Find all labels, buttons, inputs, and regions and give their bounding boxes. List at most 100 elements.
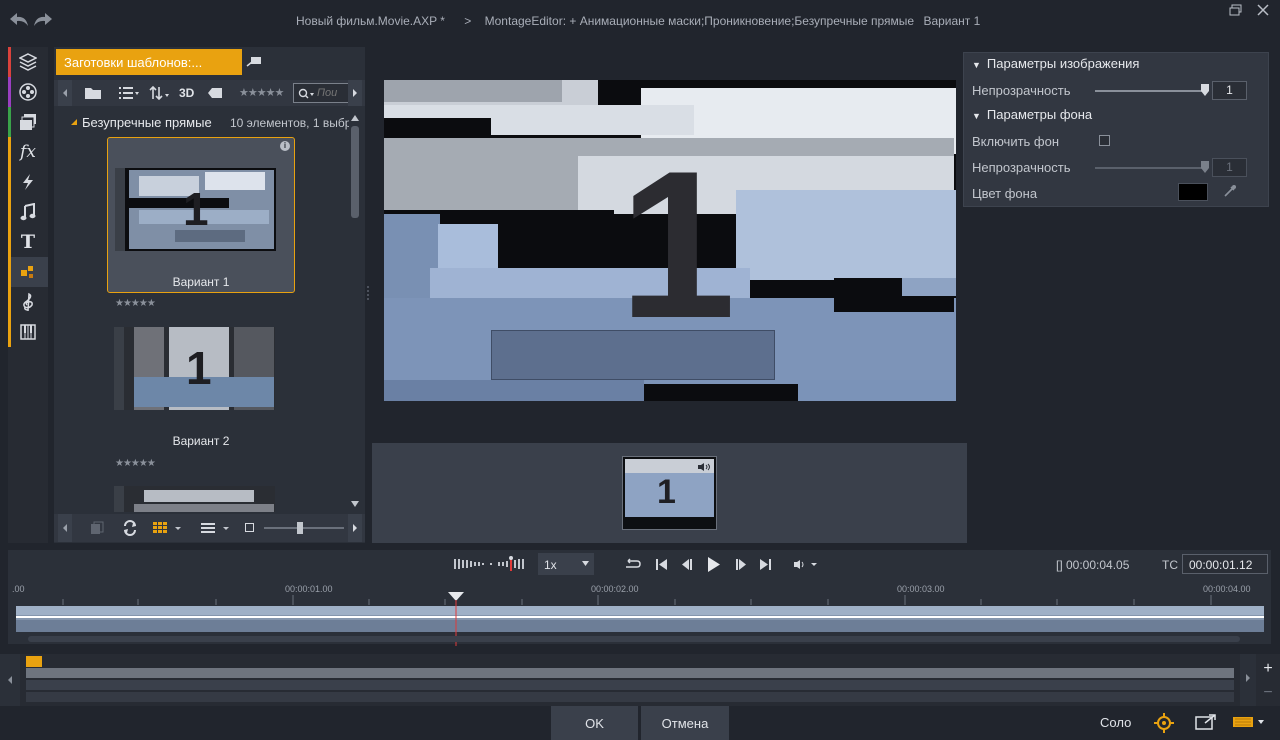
image-params-header[interactable]: ▼ Параметры изображения xyxy=(972,56,1139,71)
zoom-in-button[interactable]: + xyxy=(1258,660,1278,678)
thumbnail-small-icon[interactable] xyxy=(245,523,254,532)
slider-thumb[interactable] xyxy=(1201,84,1209,96)
bottom-scroll-left[interactable] xyxy=(58,514,72,542)
duration-display: [] 00:00:04.05 xyxy=(1056,558,1130,572)
text-icon: T xyxy=(20,231,36,253)
timeline-scrollbar[interactable] xyxy=(28,636,1240,642)
montage-icon xyxy=(21,266,33,278)
speaker-icon xyxy=(698,463,710,471)
go-to-end-icon[interactable] xyxy=(759,559,771,570)
media-stack-icon xyxy=(20,114,36,130)
chevron-down-icon xyxy=(582,561,589,566)
rail-item-layers[interactable] xyxy=(8,47,48,77)
refresh-icon[interactable] xyxy=(122,520,138,536)
cancel-button[interactable]: Отмена xyxy=(641,706,729,740)
play-icon[interactable] xyxy=(707,557,721,572)
opacity-slider[interactable] xyxy=(1095,84,1209,96)
view-3d-button[interactable]: 3D xyxy=(179,86,194,100)
target-icon[interactable] xyxy=(1153,712,1175,734)
template-thumbnail[interactable] xyxy=(114,486,275,512)
toolbar-scroll-left[interactable] xyxy=(58,80,72,106)
details-view-icon[interactable] xyxy=(200,522,230,534)
zoom-out-button[interactable]: − xyxy=(1258,684,1278,702)
slider-thumb[interactable] xyxy=(1201,161,1209,173)
redo-icon[interactable] xyxy=(32,10,54,30)
volume-icon[interactable] xyxy=(793,559,819,570)
copy-icon[interactable] xyxy=(90,521,104,535)
close-window-icon[interactable] xyxy=(1256,3,1270,17)
overview-scroll-right[interactable] xyxy=(1240,654,1256,706)
sort-icon[interactable] xyxy=(149,86,171,100)
rail-item-reel[interactable] xyxy=(8,77,48,107)
time-ruler[interactable]: .00 00:00:01.00 00:00:02.00 00:00:03.00 … xyxy=(8,583,1271,605)
rail-item-music[interactable] xyxy=(8,197,48,227)
template-item[interactable]: i 1 Вариант 1 xyxy=(107,137,295,293)
thumbnail-size-slider[interactable] xyxy=(264,522,344,534)
group-count: 10 элементов, 1 выбр xyxy=(230,116,349,130)
info-icon[interactable]: i xyxy=(280,141,290,151)
rail-item-transitions[interactable] xyxy=(8,167,48,197)
next-frame-icon[interactable] xyxy=(735,559,747,570)
overview-track[interactable] xyxy=(26,668,1234,678)
layout-menu-icon[interactable] xyxy=(1232,715,1268,729)
bottom-scroll-right[interactable] xyxy=(348,514,362,542)
previous-frame-icon[interactable] xyxy=(681,559,693,570)
ruler-label: .00 xyxy=(12,584,25,594)
category-rail: fx T xyxy=(8,47,48,543)
folder-icon[interactable] xyxy=(84,86,102,100)
template-rating[interactable]: ★★★★★ xyxy=(115,458,156,469)
timecode-input[interactable]: 00:00:01.12 xyxy=(1182,554,1268,574)
tag-icon[interactable] xyxy=(207,87,223,99)
external-preview-icon[interactable] xyxy=(1195,714,1217,730)
ok-button[interactable]: OK xyxy=(551,706,638,740)
toolbar-scroll-right[interactable] xyxy=(348,80,362,106)
template-thumbnail[interactable]: 1 xyxy=(114,327,275,410)
scrollbar-thumb[interactable] xyxy=(351,126,359,218)
eyedropper-icon[interactable] xyxy=(1223,184,1237,198)
rail-item-fx[interactable]: fx xyxy=(8,137,48,167)
restore-window-icon[interactable] xyxy=(1229,4,1243,16)
library-scrollbar[interactable] xyxy=(349,112,361,512)
pin-tab-icon[interactable] xyxy=(246,55,262,69)
undo-icon[interactable] xyxy=(8,10,30,30)
music-note-icon xyxy=(20,203,36,221)
filmstrip: 1 xyxy=(372,443,967,543)
rail-item-text[interactable]: T xyxy=(8,227,48,257)
rail-item-montage[interactable] xyxy=(8,257,48,287)
overview-marker[interactable] xyxy=(26,656,42,667)
clip-number: 1 xyxy=(657,473,676,511)
library-tab[interactable]: Заготовки шаблонов:... xyxy=(56,49,242,75)
bg-params-header[interactable]: ▼ Параметры фона xyxy=(972,107,1092,122)
search-input[interactable] xyxy=(317,86,351,100)
opacity-input[interactable]: 1 xyxy=(1212,81,1247,100)
rating-filter[interactable]: ★★★★★ xyxy=(239,86,284,99)
rail-item-score[interactable] xyxy=(8,287,48,317)
template-rating[interactable]: ★★★★★ xyxy=(115,298,156,309)
jog-shuttle[interactable] xyxy=(454,556,530,572)
filmstrip-clip[interactable]: 1 xyxy=(622,456,717,530)
grid-view-icon[interactable] xyxy=(152,521,182,535)
bg-opacity-slider[interactable] xyxy=(1095,161,1209,173)
rail-item-piano[interactable] xyxy=(8,317,48,347)
title-bar: Новый фильм.Movie.AXP * > MontageEditor:… xyxy=(0,0,1280,40)
loop-icon[interactable] xyxy=(624,558,642,570)
collapse-group-icon[interactable] xyxy=(70,118,78,126)
go-to-start-icon[interactable] xyxy=(656,559,668,570)
preview-canvas[interactable]: 1 xyxy=(384,80,956,401)
bg-color-swatch[interactable] xyxy=(1178,183,1208,201)
thumbnail-number: 1 xyxy=(186,342,212,394)
template-name: Вариант 2 xyxy=(172,434,230,448)
enable-bg-label: Включить фон xyxy=(972,134,1060,149)
slider-thumb[interactable] xyxy=(297,522,303,534)
bg-opacity-input[interactable]: 1 xyxy=(1212,158,1247,177)
rail-item-media[interactable] xyxy=(8,107,48,137)
panel-splitter[interactable] xyxy=(366,284,370,302)
solo-toggle[interactable]: Соло xyxy=(1100,715,1131,730)
speed-select[interactable]: 1x xyxy=(538,553,594,575)
overview-scroll-left[interactable] xyxy=(0,654,20,706)
list-view-icon[interactable] xyxy=(118,86,140,100)
timeline-track[interactable] xyxy=(16,606,1264,632)
ruler-label: 00:00:04.00 xyxy=(1203,584,1251,594)
enable-bg-checkbox[interactable] xyxy=(1099,135,1110,146)
search-box[interactable] xyxy=(293,83,353,103)
